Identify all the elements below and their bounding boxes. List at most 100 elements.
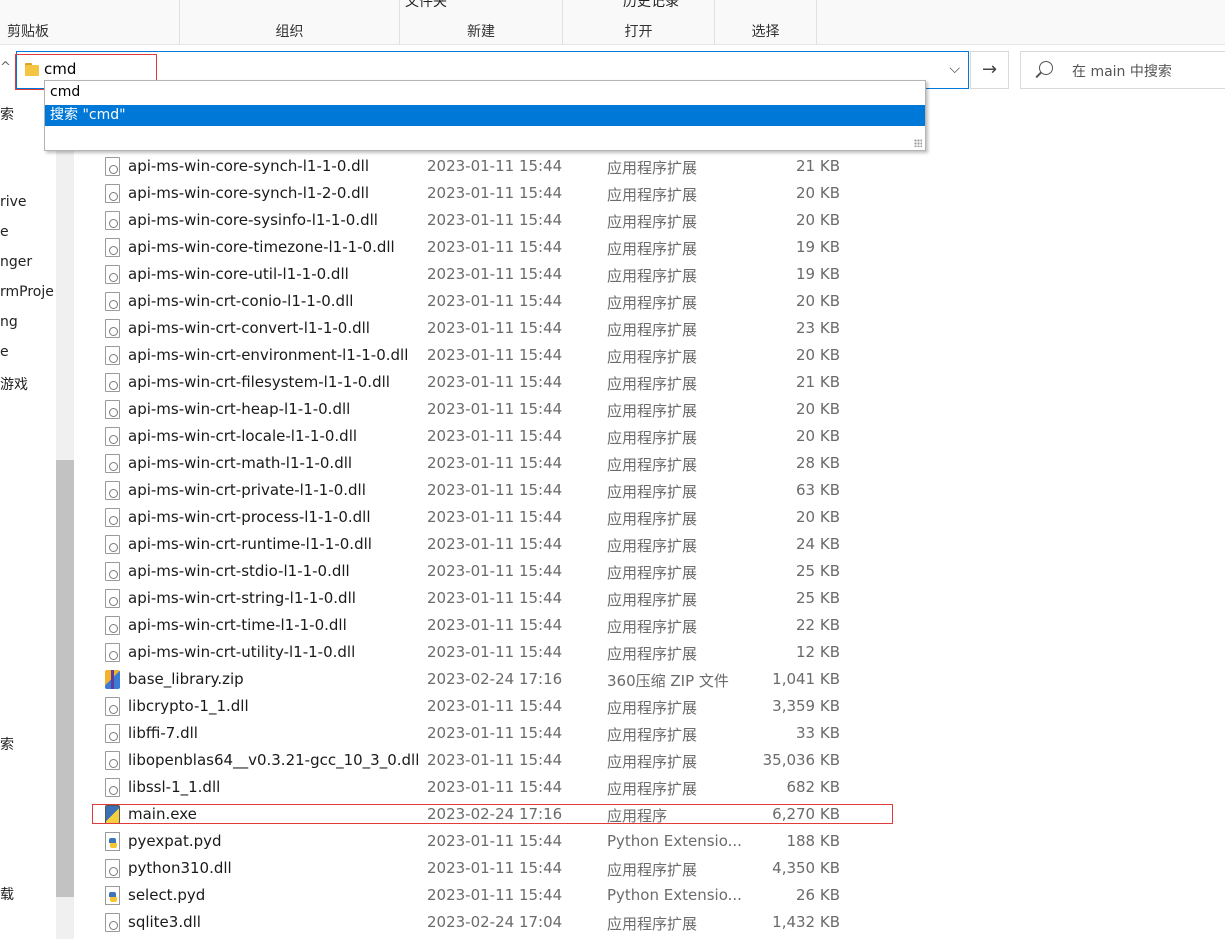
dll-icon	[105, 454, 120, 473]
file-row[interactable]: api-ms-win-core-timezone-l1-1-0.dll 2023-…	[96, 234, 906, 261]
file-row[interactable]: api-ms-win-core-synch-l1-2-0.dll 2023-01-…	[96, 180, 906, 207]
file-row[interactable]: libcrypto-1_1.dll 2023-01-11 15:44 应用程序扩展 3…	[96, 693, 906, 720]
address-input[interactable]	[44, 60, 924, 78]
nav-item[interactable]: e	[0, 344, 9, 360]
file-type: 应用程序	[607, 807, 668, 825]
file-row[interactable]: pyexpat.pyd 2023-01-11 15:44 Python Extens…	[96, 828, 906, 855]
file-row[interactable]: libssl-1_1.dll 2023-01-11 15:44 应用程序扩展 682 …	[96, 774, 906, 801]
dll-icon	[105, 373, 120, 392]
nav-item[interactable]: e	[0, 224, 9, 240]
file-row[interactable]: api-ms-win-core-sysinfo-l1-1-0.dll 2023-0…	[96, 207, 906, 234]
file-row[interactable]: api-ms-win-crt-time-l1-1-0.dll 2023-01-11…	[96, 612, 906, 639]
dll-icon	[105, 913, 120, 932]
file-date: 2023-01-11 15:44	[427, 778, 563, 796]
file-row[interactable]: api-ms-win-crt-filesystem-l1-1-0.dll 2023…	[96, 369, 906, 396]
nav-item[interactable]: nger	[0, 254, 32, 270]
file-size: 23 KB	[796, 319, 840, 337]
file-size: 33 KB	[796, 724, 840, 742]
suggestion-item[interactable]: cmd	[45, 82, 925, 103]
resize-grip-icon[interactable]	[914, 139, 922, 147]
nav-scrollbar-thumb[interactable]	[56, 460, 74, 897]
file-row[interactable]: api-ms-win-crt-string-l1-1-0.dll 2023-01-…	[96, 585, 906, 612]
file-row[interactable]: select.pyd 2023-01-11 15:44 Python Extensi…	[96, 882, 906, 909]
file-date: 2023-01-11 15:44	[427, 859, 563, 877]
search-box[interactable]: 在 main 中搜索	[1020, 51, 1225, 89]
file-date: 2023-01-11 15:44	[427, 886, 563, 904]
ribbon-group-select: 选择	[715, 0, 817, 45]
file-date: 2023-01-11 15:44	[427, 265, 563, 283]
file-row[interactable]: base_library.zip 2023-02-24 17:16 360压缩 ZI…	[96, 666, 906, 693]
file-row[interactable]: api-ms-win-crt-process-l1-1-0.dll 2023-01…	[96, 504, 906, 531]
nav-item[interactable]: rive	[0, 194, 27, 210]
file-row[interactable]: api-ms-win-crt-private-l1-1-0.dll 2023-01…	[96, 477, 906, 504]
file-row[interactable]: api-ms-win-crt-stdio-l1-1-0.dll 2023-01-1…	[96, 558, 906, 585]
file-size: 28 KB	[796, 454, 840, 472]
nav-item[interactable]: 载	[0, 884, 14, 904]
file-date: 2023-01-11 15:44	[427, 184, 563, 202]
nav-item[interactable]: ng	[0, 314, 18, 330]
file-name: api-ms-win-core-synch-l1-2-0.dll	[128, 184, 370, 202]
file-row[interactable]: api-ms-win-crt-math-l1-1-0.dll 2023-01-11…	[96, 450, 906, 477]
file-row[interactable]: api-ms-win-crt-convert-l1-1-0.dll 2023-01…	[96, 315, 906, 342]
file-type: 应用程序扩展	[607, 267, 698, 285]
nav-item[interactable]: 游戏	[0, 374, 28, 394]
file-type: 应用程序扩展	[607, 321, 698, 339]
file-name: base_library.zip	[128, 670, 244, 688]
file-type: 360压缩 ZIP 文件	[607, 672, 729, 690]
file-type: 应用程序扩展	[607, 537, 698, 555]
dll-icon	[105, 319, 120, 338]
nav-item[interactable]: 索	[0, 104, 14, 124]
up-chevron-icon[interactable]: ^	[0, 60, 11, 75]
file-name: api-ms-win-crt-heap-l1-1-0.dll	[128, 400, 351, 418]
file-row[interactable]: api-ms-win-crt-locale-l1-1-0.dll 2023-01-…	[96, 423, 906, 450]
file-row[interactable]: api-ms-win-crt-environment-l1-1-0.dll 202…	[96, 342, 906, 369]
file-row[interactable]: main.exe 2023-02-24 17:16 应用程序 6,270 KB	[96, 801, 906, 828]
file-row[interactable]: python310.dll 2023-01-11 15:44 应用程序扩展 4,350…	[96, 855, 906, 882]
file-row[interactable]: api-ms-win-core-synch-l1-1-0.dll 2023-01-…	[96, 153, 906, 180]
file-name: pyexpat.pyd	[128, 832, 222, 850]
file-name: api-ms-win-core-synch-l1-1-0.dll	[128, 157, 370, 175]
file-name: api-ms-win-crt-math-l1-1-0.dll	[128, 454, 353, 472]
file-size: 25 KB	[796, 589, 840, 607]
navigation-pane: 索 rive e nger rmProje ng e 游戏 索 载	[0, 90, 56, 939]
file-row[interactable]: api-ms-win-crt-runtime-l1-1-0.dll 2023-01…	[96, 531, 906, 558]
file-name: api-ms-win-crt-runtime-l1-1-0.dll	[128, 535, 372, 553]
file-type: 应用程序扩展	[607, 375, 698, 393]
file-row[interactable]: api-ms-win-core-util-l1-1-0.dll 2023-01-1…	[96, 261, 906, 288]
file-row[interactable]: libopenblas64__v0.3.21-gcc_10_3_0.dll 202…	[96, 747, 906, 774]
ribbon-group-organize: 组织	[180, 0, 400, 45]
file-size: 12 KB	[796, 643, 840, 661]
file-date: 2023-01-11 15:44	[427, 346, 563, 364]
file-date: 2023-01-11 15:44	[427, 751, 563, 769]
suggestion-item-selected[interactable]: 搜索 "cmd"	[45, 105, 925, 126]
file-type: 应用程序扩展	[607, 186, 698, 204]
file-name: api-ms-win-core-timezone-l1-1-0.dll	[128, 238, 395, 256]
new-folder-button[interactable]: 文件夹	[405, 0, 447, 11]
file-row[interactable]: api-ms-win-crt-conio-l1-1-0.dll 2023-01-1…	[96, 288, 906, 315]
file-name: api-ms-win-crt-conio-l1-1-0.dll	[128, 292, 354, 310]
file-row[interactable]: api-ms-win-crt-utility-l1-1-0.dll 2023-01…	[96, 639, 906, 666]
file-type: 应用程序扩展	[607, 591, 698, 609]
ribbon-label-organize: 组织	[275, 24, 304, 40]
file-date: 2023-01-11 15:44	[427, 589, 563, 607]
nav-item[interactable]: 索	[0, 734, 14, 754]
file-name: libffi-7.dll	[128, 724, 198, 742]
file-name: api-ms-win-crt-utility-l1-1-0.dll	[128, 643, 356, 661]
ribbon-group-new: 文件夹 新建	[400, 0, 563, 45]
nav-scrollbar[interactable]	[56, 90, 74, 939]
file-size: 20 KB	[796, 292, 840, 310]
file-type: 应用程序扩展	[607, 402, 698, 420]
file-type: 应用程序扩展	[607, 699, 698, 717]
file-size: 1,041 KB	[772, 670, 840, 688]
file-row[interactable]: sqlite3.dll 2023-02-24 17:04 应用程序扩展 1,432 K…	[96, 909, 906, 936]
file-date: 2023-01-11 15:44	[427, 400, 563, 418]
search-icon	[1039, 61, 1053, 75]
file-type: 应用程序扩展	[607, 753, 698, 771]
history-button[interactable]: 历史记录	[623, 0, 679, 11]
go-arrow-button[interactable]: →	[970, 51, 1009, 89]
chevron-down-icon[interactable]: ⌵	[949, 61, 960, 77]
file-size: 3,359 KB	[772, 697, 840, 715]
file-row[interactable]: api-ms-win-crt-heap-l1-1-0.dll 2023-01-11…	[96, 396, 906, 423]
file-row[interactable]: libffi-7.dll 2023-01-11 15:44 应用程序扩展 33 KB	[96, 720, 906, 747]
nav-item[interactable]: rmProje	[0, 284, 54, 300]
